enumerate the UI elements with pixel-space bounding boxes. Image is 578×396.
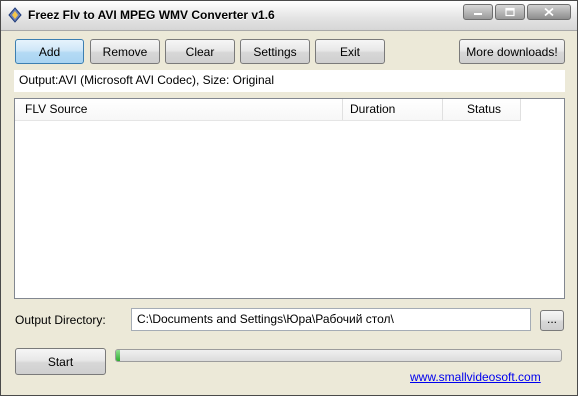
title-bar[interactable]: Freez Flv to AVI MPEG WMV Converter v1.6 bbox=[1, 1, 577, 31]
column-header-duration[interactable]: Duration bbox=[343, 99, 443, 120]
file-list-header: FLV Source Duration Status bbox=[15, 99, 521, 121]
column-header-flv-source[interactable]: FLV Source bbox=[15, 99, 343, 120]
file-list[interactable]: FLV Source Duration Status bbox=[14, 98, 565, 299]
output-directory-field[interactable]: C:\Documents and Settings\Юра\Рабочий ст… bbox=[131, 308, 531, 331]
close-icon bbox=[544, 7, 554, 17]
main-window: Freez Flv to AVI MPEG WMV Converter v1.6… bbox=[0, 0, 578, 396]
progress-fill bbox=[116, 350, 121, 361]
app-icon bbox=[7, 7, 23, 23]
output-format-info: Output:AVI (Microsoft AVI Codec), Size: … bbox=[14, 70, 565, 92]
window-title: Freez Flv to AVI MPEG WMV Converter v1.6 bbox=[28, 8, 275, 22]
conversion-progress-bar bbox=[115, 349, 562, 362]
more-downloads-button[interactable]: More downloads! bbox=[459, 39, 565, 64]
output-directory-label: Output Directory: bbox=[15, 313, 106, 327]
website-link[interactable]: www.smallvideosoft.com bbox=[410, 370, 541, 384]
maximize-icon bbox=[505, 7, 515, 17]
settings-button[interactable]: Settings bbox=[240, 39, 310, 64]
add-button[interactable]: Add bbox=[15, 39, 84, 64]
caption-buttons bbox=[463, 4, 571, 20]
exit-button[interactable]: Exit bbox=[315, 39, 385, 64]
clear-button[interactable]: Clear bbox=[165, 39, 235, 64]
close-button[interactable] bbox=[527, 4, 571, 20]
minimize-button[interactable] bbox=[463, 4, 493, 20]
maximize-button[interactable] bbox=[495, 4, 525, 20]
browse-button[interactable]: ... bbox=[540, 310, 564, 331]
start-button[interactable]: Start bbox=[15, 348, 106, 375]
remove-button[interactable]: Remove bbox=[90, 39, 160, 64]
column-header-status[interactable]: Status bbox=[443, 99, 521, 120]
minimize-icon bbox=[474, 13, 482, 15]
